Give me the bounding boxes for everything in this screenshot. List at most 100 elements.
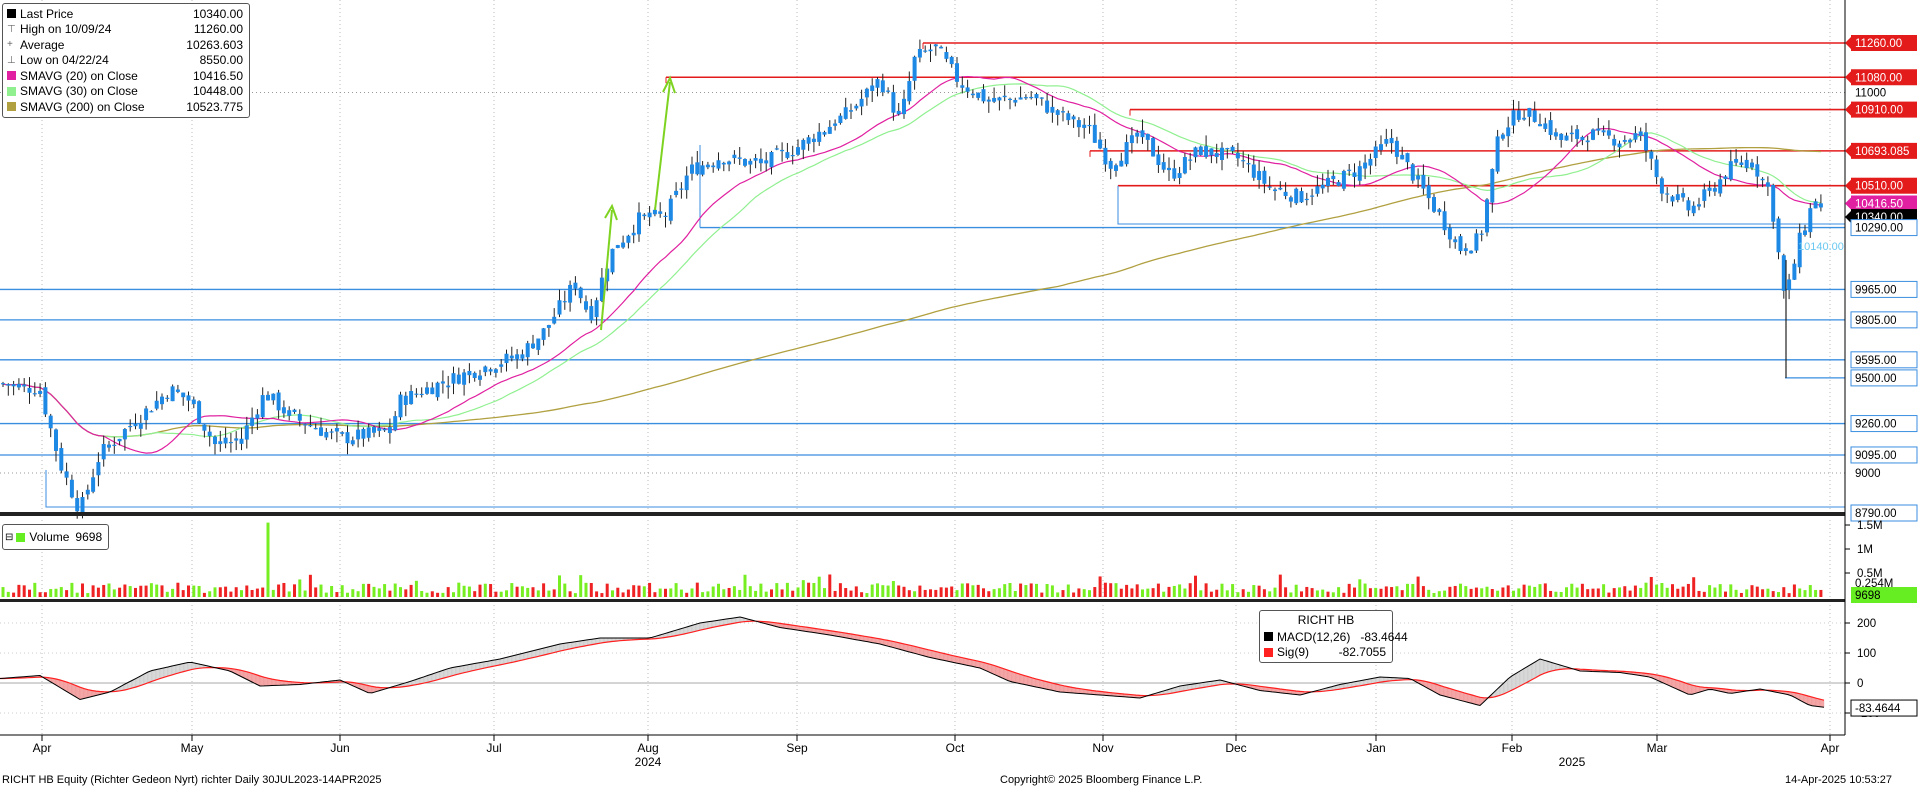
- volume-bar: [1718, 584, 1722, 597]
- candle-body: [764, 160, 769, 164]
- volume-bar: [155, 584, 159, 597]
- candle-body: [1283, 191, 1288, 197]
- candle-body: [780, 149, 785, 152]
- blue-level-label: 9500.00: [1855, 373, 1897, 385]
- volume-bar: [1623, 586, 1627, 597]
- volume-bar: [505, 590, 508, 597]
- volume-bar: [711, 586, 715, 597]
- volume-bar: [1559, 591, 1563, 597]
- candle-body: [1622, 139, 1627, 142]
- legend-swatch: [7, 71, 16, 81]
- candle-body: [255, 414, 260, 419]
- volume-bar: [38, 592, 42, 597]
- volume-bar: [1506, 585, 1510, 597]
- volume-bar: [547, 590, 551, 597]
- volume-bar: [1496, 590, 1500, 597]
- volume-bar: [1013, 591, 1017, 597]
- candle-body: [175, 389, 180, 392]
- candle-body: [6, 384, 11, 386]
- volume-bar: [139, 585, 143, 597]
- legend-value: -83.4644: [1360, 629, 1408, 644]
- volume-bar: [1469, 588, 1473, 597]
- volume-bar: [86, 593, 90, 597]
- year-label: 2024: [635, 755, 662, 769]
- volume-bar: [1199, 590, 1203, 597]
- volume-bar: [515, 586, 519, 597]
- candle-body: [472, 372, 477, 378]
- candle-body: [1553, 132, 1558, 137]
- candle-body: [1628, 139, 1633, 143]
- volume-bar: [1172, 585, 1176, 597]
- volume-bar: [1156, 583, 1160, 597]
- volume-bar: [1072, 592, 1076, 597]
- candle-body: [1506, 127, 1511, 137]
- candle-body: [1140, 130, 1145, 138]
- candle-body: [1124, 142, 1129, 165]
- candle-body: [1638, 131, 1643, 136]
- volume-bar: [494, 591, 498, 597]
- volume-bar: [987, 591, 991, 597]
- candle-body: [1575, 129, 1580, 139]
- candle-body: [467, 370, 472, 376]
- candle-body: [690, 164, 694, 174]
- volume-bar: [399, 587, 402, 597]
- candle-body: [149, 411, 154, 413]
- red-level-label: 10510.00: [1855, 181, 1903, 193]
- panel-divider: [0, 599, 1845, 602]
- candle-body: [260, 395, 265, 418]
- volume-bar: [971, 585, 975, 597]
- volume-bar: [791, 590, 795, 597]
- candle-body: [631, 232, 636, 236]
- candle-body: [1145, 133, 1150, 140]
- volume-bar: [1501, 587, 1505, 597]
- legend-label: SMAVG (20) on Close: [20, 68, 138, 83]
- volume-bar: [118, 587, 122, 597]
- candle-body: [652, 209, 657, 215]
- candle-body: [1071, 116, 1076, 120]
- macd-legend: RICHT HB MACD(12,26) -83.4644 Sig(9) -82.70…: [1259, 610, 1408, 663]
- volume-bar: [1798, 588, 1802, 597]
- candle-body: [1013, 99, 1018, 103]
- volume-bar: [356, 591, 360, 597]
- volume-bar: [717, 583, 720, 597]
- volume-bar: [489, 584, 493, 597]
- candle-body: [1182, 157, 1187, 174]
- candle-body: [684, 175, 689, 191]
- candle-body: [801, 139, 806, 150]
- volume-bar: [171, 588, 175, 597]
- volume-bar: [409, 584, 413, 597]
- candle-body: [112, 444, 117, 446]
- candle-body: [849, 110, 853, 112]
- macd-legend-row: Sig(9) -82.7055: [1260, 645, 1392, 661]
- volume-bar: [992, 589, 996, 597]
- blue-level-label: 9595.00: [1855, 355, 1897, 367]
- expand-icon[interactable]: ⊟: [5, 532, 13, 543]
- month-label: Aug: [637, 741, 658, 755]
- candle-body: [960, 85, 965, 88]
- candle-body: [1310, 195, 1315, 197]
- candle-body: [615, 245, 620, 248]
- volume-value: 9698: [75, 530, 103, 544]
- candle-body: [160, 396, 164, 405]
- candle-body: [1707, 187, 1712, 191]
- volume-bar: [823, 588, 826, 597]
- volume-bar: [1008, 583, 1012, 597]
- candle-body: [1723, 176, 1728, 180]
- candle-body: [1278, 187, 1283, 190]
- red-level-label: 11080.00: [1855, 72, 1902, 84]
- candle-body: [976, 92, 981, 98]
- volume-bar: [568, 591, 572, 597]
- candle-body: [970, 93, 975, 96]
- legend-row: SMAVG (20) on Close 10416.50: [3, 68, 249, 84]
- candle-body: [785, 152, 790, 158]
- volume-bar: [430, 591, 434, 597]
- candle-body: [440, 381, 445, 384]
- candle-body: [414, 393, 419, 395]
- volume-bar: [1665, 587, 1669, 597]
- candle-body: [133, 423, 138, 427]
- candle-body: [743, 159, 747, 166]
- macd-fill: [1535, 658, 1541, 678]
- candle-body: [128, 425, 133, 428]
- volume-bar: [1490, 589, 1494, 597]
- volume-bar: [213, 587, 217, 597]
